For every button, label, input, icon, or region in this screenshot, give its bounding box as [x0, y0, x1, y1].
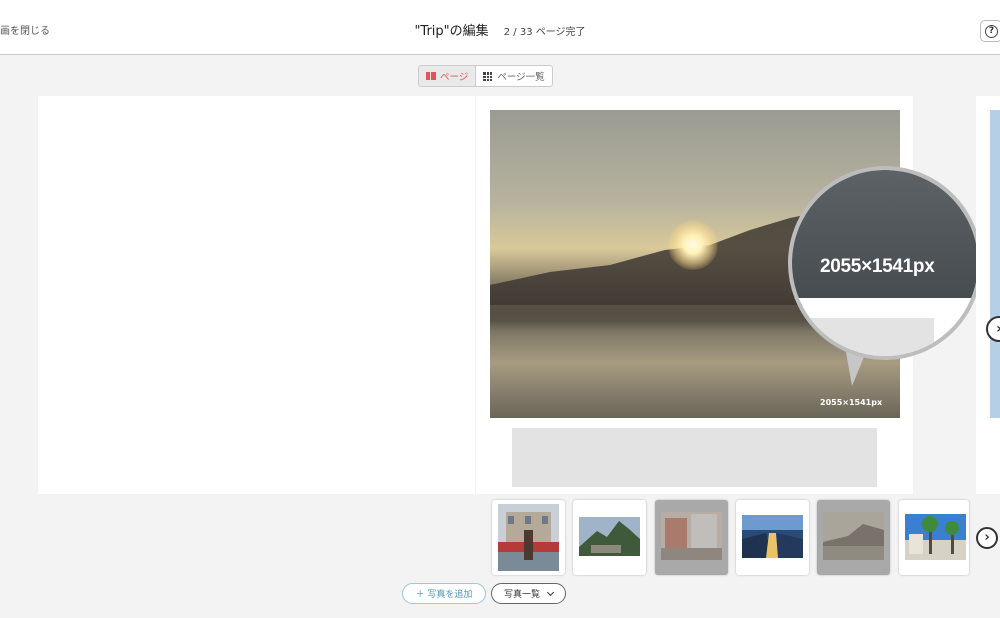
add-photo-button[interactable]: ＋ 写真を追加	[402, 583, 486, 604]
zoom-resolution-label: 2055×1541px	[820, 256, 935, 277]
zoom-callout: 2055×1541px	[788, 166, 982, 360]
thumb-city-buildings	[661, 512, 722, 560]
zoom-caption-area	[810, 318, 934, 356]
chevron-down-icon	[546, 588, 555, 596]
thumbnails-next-icon[interactable]: ›	[976, 527, 998, 549]
thumb-palm-city	[905, 514, 966, 560]
photo-thumbnail[interactable]	[492, 500, 565, 575]
next-page-photo	[990, 110, 1000, 418]
tab-list-label: ページ一覧	[497, 72, 545, 83]
progress-status: 2 / 33 ページ完了	[503, 27, 586, 38]
thumb-street-market	[498, 504, 559, 571]
help-button[interactable]: ?	[980, 20, 1000, 42]
book-icon	[426, 72, 436, 80]
tab-page-label: ページ	[440, 72, 469, 83]
help-icon: ?	[985, 25, 998, 38]
photo-thumbnail-used[interactable]	[817, 500, 890, 575]
photo-thumbnail-used[interactable]	[655, 500, 728, 575]
left-page[interactable]	[38, 96, 475, 494]
project-title: "Trip"の編集	[414, 24, 489, 39]
tab-page-view[interactable]: ページ	[419, 66, 476, 86]
zoom-photo-area	[792, 170, 978, 298]
view-toggle: ページ ページ一覧	[418, 65, 553, 87]
title-area: "Trip"の編集 2 / 33 ページ完了	[0, 20, 1000, 39]
sun-glow	[668, 220, 718, 270]
thumb-harbor-night	[742, 515, 803, 558]
photo-resolution-label: 2055×1541px	[820, 398, 883, 407]
thumb-sunset-lake	[823, 512, 884, 560]
caption-text-box[interactable]	[512, 428, 877, 487]
photo-thumbnail[interactable]	[899, 500, 969, 575]
photo-list-button[interactable]: 写真一覧	[491, 583, 566, 604]
photo-list-label: 写真一覧	[503, 590, 540, 600]
grid-icon	[483, 71, 493, 81]
photo-thumbnail[interactable]	[736, 500, 809, 575]
photo-thumbnail[interactable]	[573, 500, 646, 575]
tab-page-list[interactable]: ページ一覧	[475, 66, 551, 86]
header-bar: 画を閉じる "Trip"の編集 2 / 33 ページ完了 ?	[0, 0, 1000, 55]
thumb-mountain-ruins	[579, 517, 640, 556]
